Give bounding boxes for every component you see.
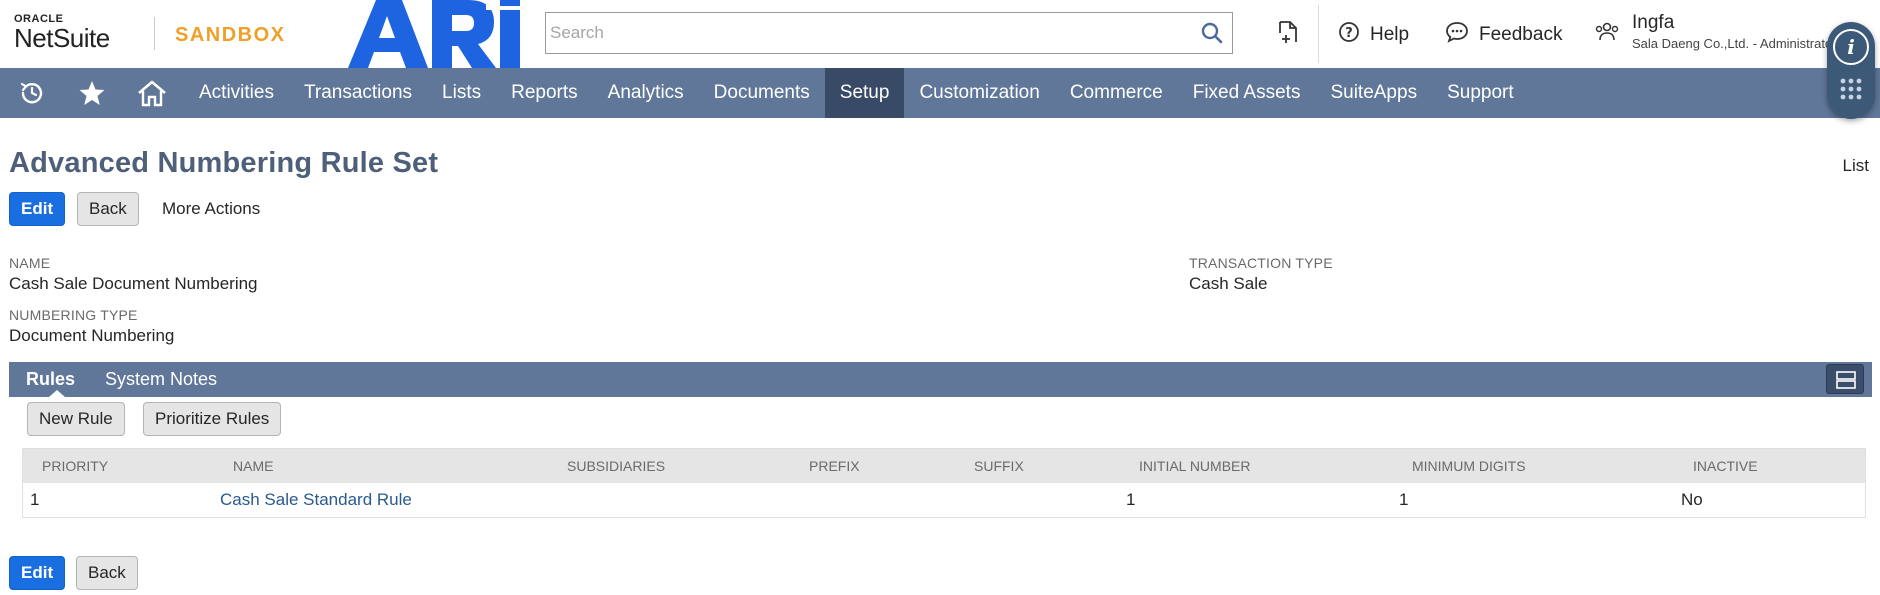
layout-rows-icon [1836,371,1856,394]
edit-button[interactable]: Edit [9,192,66,226]
active-tab-indicator [49,390,65,397]
nav-customization[interactable]: Customization [904,68,1054,118]
table-header: PRIORITY NAME SUBSIDIARIES PREFIX SUFFIX… [23,449,1865,483]
nav-fixed-assets[interactable]: Fixed Assets [1178,68,1316,118]
nav-activities[interactable]: Activities [184,68,289,118]
back-button-bottom[interactable]: Back [76,556,138,590]
nav-support[interactable]: Support [1432,68,1529,118]
help-icon: ? [1338,21,1360,49]
transaction-type-label: TRANSACTION TYPE [1189,255,1333,271]
svg-text:?: ? [1345,26,1353,41]
nav-setup[interactable]: Setup [824,68,905,118]
netsuite-logo[interactable]: ORACLE NetSuite [14,13,110,51]
sandbox-label: SANDBOX [175,24,286,46]
nav-reports[interactable]: Reports [496,68,593,118]
edit-button-bottom[interactable]: Edit [9,556,66,590]
netsuite-wordmark: NetSuite [14,23,110,53]
tab-system-notes[interactable]: System Notes [105,369,217,390]
new-rule-button[interactable]: New Rule [27,402,125,436]
tab-rules[interactable]: Rules [26,369,75,390]
col-prefix[interactable]: PREFIX [809,458,860,474]
col-priority[interactable]: PRIORITY [42,458,108,474]
cell-priority: 1 [30,490,40,509]
cell-initial-number: 1 [1126,490,1136,509]
global-search[interactable] [545,12,1233,54]
roles-icon [1594,20,1620,51]
col-suffix[interactable]: SUFFIX [974,458,1024,474]
name-field-value: Cash Sale Document Numbering [9,274,258,293]
user-name: Ingfa [1632,12,1675,33]
cell-inactive: No [1681,490,1703,509]
nav-suiteapps[interactable]: SuiteApps [1315,68,1432,118]
user-role: Sala Daeng Co.,Ltd. - Administrator [1632,36,1837,51]
cell-minimum-digits: 1 [1399,490,1409,509]
rules-table: PRIORITY NAME SUBSIDIARIES PREFIX SUFFIX… [22,448,1866,518]
nav-analytics[interactable]: Analytics [593,68,699,118]
search-input[interactable] [546,13,1166,53]
recent-records-icon[interactable] [0,68,64,118]
search-icon[interactable] [1201,22,1223,49]
col-inactive[interactable]: INACTIVE [1693,458,1758,474]
nav-lists[interactable]: Lists [427,68,496,118]
prioritize-rules-button[interactable]: Prioritize Rules [143,402,282,436]
feedback-icon [1445,21,1469,49]
user-menu[interactable]: Ingfa Sala Daeng Co.,Ltd. - Administrato… [1594,12,1837,51]
nav-documents[interactable]: Documents [699,68,825,118]
feedback-label: Feedback [1479,24,1563,45]
name-field-label: NAME [9,255,51,271]
back-button[interactable]: Back [77,192,139,226]
more-actions-menu[interactable]: More Actions [162,199,260,219]
layout-toggle-button[interactable] [1826,364,1864,394]
nav-transactions[interactable]: Transactions [289,68,427,118]
main-navigation: Activities Transactions Lists Reports An… [0,68,1880,118]
col-minimum-digits[interactable]: MINIMUM DIGITS [1412,458,1526,474]
floating-assistant-widget[interactable]: i [1827,22,1875,119]
app-grid-icon[interactable] [1840,78,1862,105]
home-icon[interactable] [120,68,184,118]
table-row: 1 Cash Sale Standard Rule 1 1 No [23,483,1865,517]
transaction-type-value: Cash Sale [1189,274,1268,293]
page-title: Advanced Numbering Rule Set [9,147,439,179]
list-link[interactable]: List [1843,156,1869,176]
col-name[interactable]: NAME [233,458,273,474]
help-link[interactable]: ? Help [1338,21,1409,49]
col-initial-number[interactable]: INITIAL NUMBER [1139,458,1251,474]
numbering-type-value: Document Numbering [9,326,175,345]
col-subsidiaries[interactable]: SUBSIDIARIES [567,458,665,474]
feedback-link[interactable]: Feedback [1445,21,1562,49]
star-icon[interactable] [64,68,120,118]
create-new-icon[interactable] [1276,20,1300,51]
numbering-type-label: NUMBERING TYPE [9,307,138,323]
global-header: ORACLE NetSuite SANDBOX ? Help [0,0,1880,68]
help-label: Help [1370,24,1410,45]
info-icon[interactable]: i [1833,29,1869,65]
company-brand-logo [348,0,523,73]
subtab-bar: Rules System Notes [9,362,1872,397]
header-divider [1318,5,1319,63]
cell-name-link[interactable]: Cash Sale Standard Rule [220,490,412,510]
logo-divider [154,17,155,50]
nav-commerce[interactable]: Commerce [1055,68,1178,118]
